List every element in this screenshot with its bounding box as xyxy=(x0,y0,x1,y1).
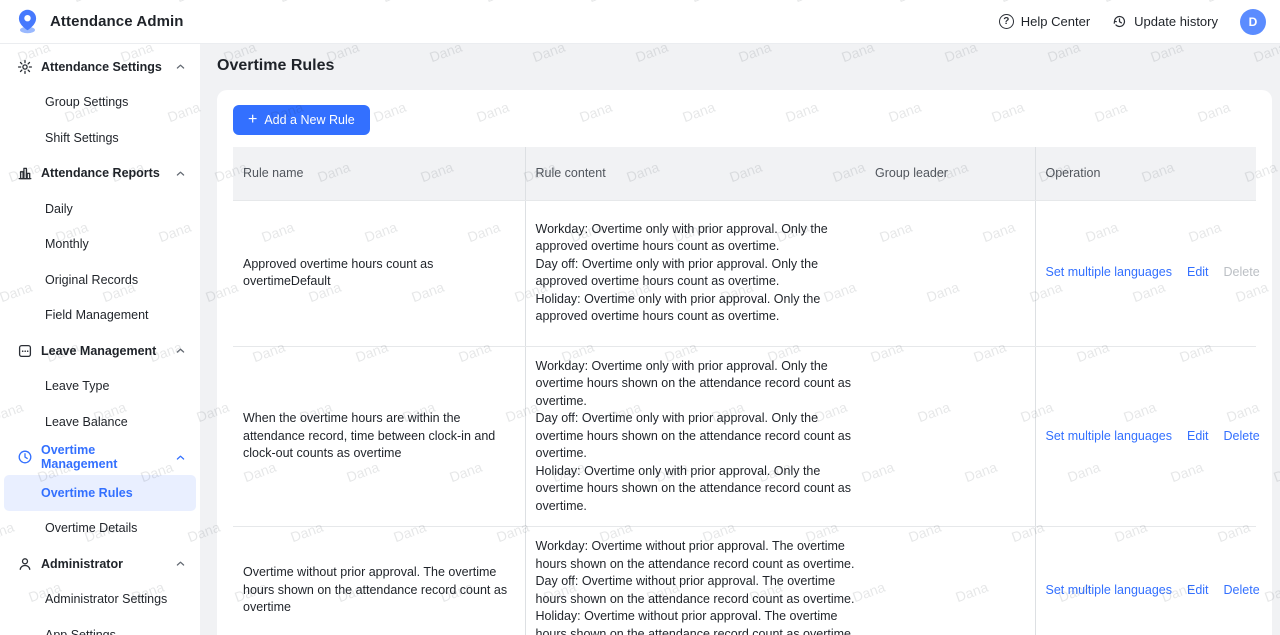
sidebar-section-label: Leave Management xyxy=(41,344,175,358)
table-row: Approved overtime hours count as overtim… xyxy=(233,200,1256,346)
user-avatar[interactable]: D xyxy=(1240,9,1266,35)
edit-link[interactable]: Edit xyxy=(1187,582,1209,600)
rule-content-cell: Workday: Overtime without prior approval… xyxy=(525,527,865,635)
delete-link: Delete xyxy=(1224,264,1260,282)
operation-cell: Set multiple languagesEditDelete xyxy=(1035,346,1256,527)
clock-icon xyxy=(17,449,33,465)
attendance-admin-app: Attendance Admin ? Help Center Update hi… xyxy=(0,0,1280,635)
chevron-up-icon[interactable] xyxy=(175,168,186,179)
sidebar-item-leave-type[interactable]: Leave Type xyxy=(4,369,196,405)
user-icon xyxy=(17,556,33,572)
overtime-rules-card: + Add a New Rule Rule nameRule contentGr… xyxy=(217,90,1272,635)
plus-icon: + xyxy=(248,112,257,128)
edit-link[interactable]: Edit xyxy=(1187,428,1209,446)
bar-chart-icon xyxy=(17,165,33,181)
sidebar-section-label: Administrator xyxy=(41,557,175,571)
group-leader-cell xyxy=(865,200,1035,346)
chevron-up-icon[interactable] xyxy=(175,452,186,463)
chevron-up-icon[interactable] xyxy=(175,558,186,569)
column-header-rule-content: Rule content xyxy=(525,147,865,200)
sidebar-item-shift-settings[interactable]: Shift Settings xyxy=(4,120,196,156)
column-header-group-leader: Group leader xyxy=(865,147,1035,200)
gear-icon xyxy=(17,59,33,75)
overtime-rules-table: Rule nameRule contentGroup leaderOperati… xyxy=(233,147,1256,635)
delete-link[interactable]: Delete xyxy=(1224,582,1260,600)
column-header-operation: Operation xyxy=(1035,147,1256,200)
history-clock-icon xyxy=(1112,14,1127,29)
help-center-link[interactable]: ? Help Center xyxy=(999,14,1090,29)
group-leader-cell xyxy=(865,346,1035,527)
sidebar-item-overtime-details[interactable]: Overtime Details xyxy=(4,511,196,547)
delete-link[interactable]: Delete xyxy=(1224,428,1260,446)
sidebar-item-leave-balance[interactable]: Leave Balance xyxy=(4,404,196,440)
rule-content-cell: Workday: Overtime only with prior approv… xyxy=(525,346,865,527)
sidebar-item-original-records[interactable]: Original Records xyxy=(4,262,196,298)
set-multiple-languages-link[interactable]: Set multiple languages xyxy=(1046,582,1172,600)
rule-name-cell: When the overtime hours are within the a… xyxy=(233,346,525,527)
sidebar-item-app-settings[interactable]: App Settings xyxy=(4,617,196,635)
rule-name-cell: Overtime without prior approval. The ove… xyxy=(233,527,525,635)
rule-content-line: Workday: Overtime without prior approval… xyxy=(536,538,856,573)
sidebar-section-label: Attendance Settings xyxy=(41,60,175,74)
sidebar-nav: Attendance Settings Group SettingsShift S… xyxy=(0,44,200,635)
set-multiple-languages-link[interactable]: Set multiple languages xyxy=(1046,264,1172,282)
operation-cell: Set multiple languagesEditDelete xyxy=(1035,200,1256,346)
group-leader-cell xyxy=(865,527,1035,635)
sidebar-item-monthly[interactable]: Monthly xyxy=(4,227,196,263)
sidebar-item-field-management[interactable]: Field Management xyxy=(4,298,196,334)
sidebar-section-label: Overtime Management xyxy=(41,443,175,471)
column-header-rule-name: Rule name xyxy=(233,147,525,200)
main-content: Overtime Rules + Add a New Rule Rule nam… xyxy=(200,44,1280,635)
table-row: When the overtime hours are within the a… xyxy=(233,346,1256,527)
app-title: Attendance Admin xyxy=(50,13,184,30)
sidebar-section-overtime-management[interactable]: Overtime Management xyxy=(0,440,200,476)
question-circle-icon: ? xyxy=(999,14,1014,29)
sidebar-item-administrator-settings[interactable]: Administrator Settings xyxy=(4,582,196,618)
top-header: Attendance Admin ? Help Center Update hi… xyxy=(0,0,1280,44)
rule-content-line: Day off: Overtime without prior approval… xyxy=(536,573,856,608)
chevron-up-icon[interactable] xyxy=(175,345,186,356)
table-row: Overtime without prior approval. The ove… xyxy=(233,527,1256,635)
rule-content-cell: Workday: Overtime only with prior approv… xyxy=(525,200,865,346)
sidebar-section-attendance-settings[interactable]: Attendance Settings xyxy=(0,49,200,85)
operation-cell: Set multiple languagesEditDelete xyxy=(1035,527,1256,635)
rule-content-line: Workday: Overtime only with prior approv… xyxy=(536,358,856,411)
rule-name-cell: Approved overtime hours count as overtim… xyxy=(233,200,525,346)
sidebar-item-overtime-rules[interactable]: Overtime Rules xyxy=(4,475,196,511)
sidebar-item-group-settings[interactable]: Group Settings xyxy=(4,85,196,121)
rule-content-line: Holiday: Overtime without prior approval… xyxy=(536,608,856,635)
rule-content-line: Day off: Overtime only with prior approv… xyxy=(536,256,856,291)
set-multiple-languages-link[interactable]: Set multiple languages xyxy=(1046,428,1172,446)
update-history-link[interactable]: Update history xyxy=(1112,14,1218,29)
sidebar-item-daily[interactable]: Daily xyxy=(4,191,196,227)
sidebar-section-attendance-reports[interactable]: Attendance Reports xyxy=(0,156,200,192)
chevron-up-icon[interactable] xyxy=(175,61,186,72)
rule-content-line: Day off: Overtime only with prior approv… xyxy=(536,410,856,463)
rule-content-line: Holiday: Overtime only with prior approv… xyxy=(536,463,856,516)
sidebar-section-leave-management[interactable]: Leave Management xyxy=(0,333,200,369)
rule-content-line: Workday: Overtime only with prior approv… xyxy=(536,221,856,256)
edit-link[interactable]: Edit xyxy=(1187,264,1209,282)
page-title: Overtime Rules xyxy=(217,57,1272,75)
app-logo-pin-icon xyxy=(14,8,41,35)
rule-content-line: Holiday: Overtime only with prior approv… xyxy=(536,291,856,326)
calendar-icon xyxy=(17,343,33,359)
add-new-rule-button[interactable]: + Add a New Rule xyxy=(233,105,370,135)
sidebar-section-label: Attendance Reports xyxy=(41,166,175,180)
sidebar-section-administrator[interactable]: Administrator xyxy=(0,546,200,582)
table-header-row: Rule nameRule contentGroup leaderOperati… xyxy=(233,147,1256,200)
